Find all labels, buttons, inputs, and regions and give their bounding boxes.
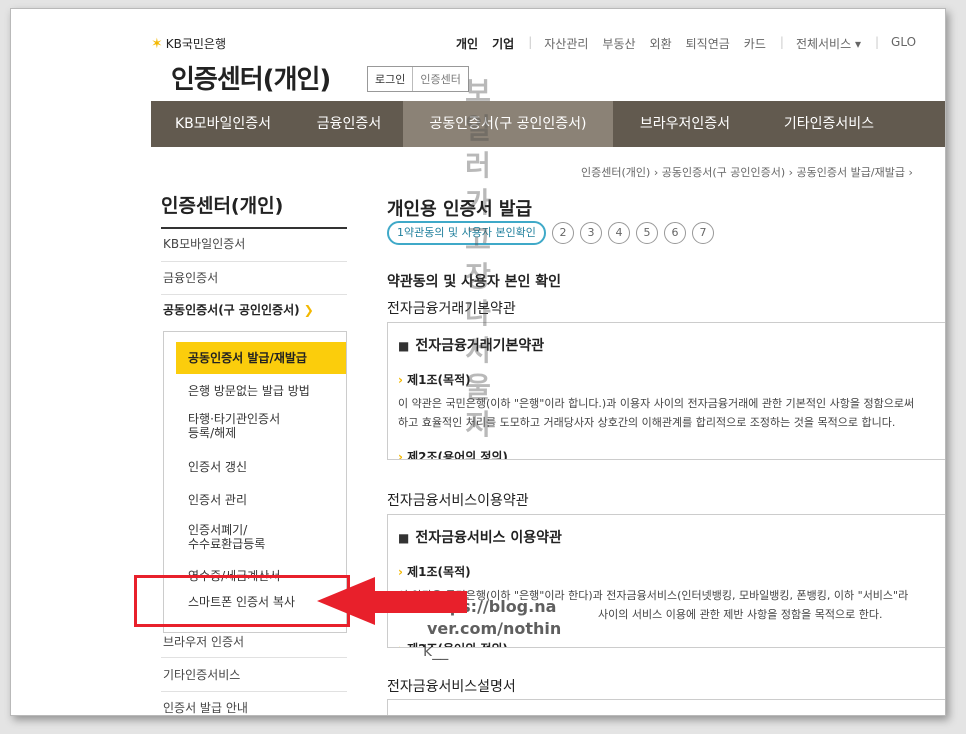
gnb-pension[interactable]: 퇴직연금 [686, 35, 730, 52]
main-navbar: KB모바일인증서 금융인증서 공동인증서(구 공인인증서) 브라우저인증서 기타… [151, 101, 945, 147]
red-arrow-icon [317, 577, 467, 625]
kb-logo[interactable]: ✶ KB국민은행 [151, 35, 226, 52]
sidebar-item-joint-cert[interactable]: 공동인증서(구 공인인증서) ❯ [163, 301, 347, 318]
page-title: 개인용 인증서 발급 [387, 199, 533, 220]
terms1-article2-title: 제2조(용어의 정의) [398, 448, 945, 459]
sidebar-item-financial[interactable]: 금융인증서 [163, 269, 347, 286]
step-indicator: 1약관동의 및 사용자 본인확인 2 3 4 5 6 7 [387, 221, 714, 245]
chevron-right-icon: › [788, 166, 797, 179]
divider [161, 294, 347, 295]
step-item: 7 [691, 222, 714, 244]
nav-kb-mobile-cert[interactable]: KB모바일인증서 [151, 101, 295, 147]
step-item: 6 [663, 222, 686, 244]
gnb-personal[interactable]: 개인 [456, 35, 478, 52]
submenu-other-bank-cert[interactable]: 타행·타기관인증서 등록/해제 [188, 412, 280, 440]
login-button[interactable]: 로그인 [368, 67, 412, 91]
divider [161, 691, 347, 692]
gnb-asset[interactable]: 자산관리 [544, 35, 588, 52]
terms3-heading: 전자금융서비스설명서 [387, 679, 516, 695]
terms3-box[interactable] [387, 699, 945, 715]
nav-browser-cert[interactable]: 브라우저인증서 [613, 101, 757, 147]
gnb-separator: | [874, 35, 880, 49]
top-buttons: 로그인 인증센터 [367, 66, 469, 92]
sidebar-item-kb-mobile[interactable]: KB모바일인증서 [163, 235, 347, 252]
kb-star-icon: ✶ [151, 35, 163, 52]
watermark-text: 보 일 러 가 고 장 나 서 울 지 [465, 75, 491, 441]
sidebar-item-issue-guide[interactable]: 인증서 발급 안내 [163, 699, 347, 715]
step-item: 4 [607, 222, 630, 244]
submenu-revoke-refund[interactable]: 인증서폐기/ 수수료환급등록 [188, 523, 265, 551]
sidebar-title: 인증센터(개인) [161, 195, 284, 217]
breadcrumb-item[interactable]: 인증센터(개인) [581, 166, 650, 179]
terms1-heading: 전자금융거래기본약관 [387, 301, 516, 317]
submenu-no-visit-issue[interactable]: 은행 방문없는 발급 방법 [188, 384, 310, 398]
breadcrumb-item[interactable]: 공동인증서(구 공인인증서) [662, 166, 785, 179]
browser-window: ✶ KB국민은행 인증센터(개인) 로그인 인증센터 개인 기업 | 자산관리 … [10, 8, 946, 716]
step-item: 3 [579, 222, 602, 244]
terms2-heading: 전자금융서비스이용약관 [387, 493, 529, 509]
chevron-right-icon: › [653, 166, 662, 179]
terms2-article1-title: 제1조(목적) [398, 563, 945, 580]
submenu-issue-reissue[interactable]: 공동인증서 발급/재발급 [176, 342, 346, 374]
gnb-business[interactable]: 기업 [492, 35, 514, 52]
nav-financial-cert[interactable]: 금융인증서 [295, 101, 403, 147]
gnb-fx[interactable]: 외환 [650, 35, 672, 52]
site-title: 인증센터(개인) [171, 65, 331, 95]
sidebar-item-other[interactable]: 기타인증서비스 [163, 666, 347, 683]
nav-joint-cert[interactable]: 공동인증서(구 공인인증서) [403, 101, 613, 147]
gnb-separator: | [779, 35, 784, 49]
gnb-card[interactable]: 카드 [744, 35, 766, 52]
gnb-separator: | [528, 35, 533, 49]
step-item: 2 [551, 222, 574, 244]
step-item: 5 [635, 222, 658, 244]
sidebar-title-underline [161, 227, 347, 229]
cert-center-button[interactable]: 인증센터 [412, 67, 467, 91]
terms2-box-title: ■ 전자금융서비스 이용약관 [398, 530, 562, 546]
submenu-renew[interactable]: 인증서 갱신 [188, 460, 247, 474]
nav-other-services[interactable]: 기타인증서비스 [757, 101, 901, 147]
gnb-all-services[interactable]: 전체서비스 ▾ [796, 35, 861, 52]
submenu-manage[interactable]: 인증서 관리 [188, 493, 247, 507]
gnb-realestate[interactable]: 부동산 [602, 35, 635, 52]
square-icon: ■ [398, 339, 410, 353]
breadcrumb: 인증센터(개인) › 공동인증서(구 공인인증서) › 공동인증서 발급/재발급… [581, 164, 913, 180]
global-nav: 개인 기업 | 자산관리 부동산 외환 퇴직연금 카드 | 전체서비스 ▾ | … [456, 35, 930, 52]
gnb-global[interactable]: GLO [891, 35, 916, 52]
chevron-down-icon: ❯ [303, 303, 314, 317]
chevron-right-icon: › [908, 166, 913, 179]
divider [161, 261, 347, 262]
sidebar-item-browser[interactable]: 브라우저 인증서 [163, 633, 347, 650]
breadcrumb-item[interactable]: 공동인증서 발급/재발급 [797, 166, 905, 179]
square-icon: ■ [398, 531, 410, 545]
divider [161, 657, 347, 658]
